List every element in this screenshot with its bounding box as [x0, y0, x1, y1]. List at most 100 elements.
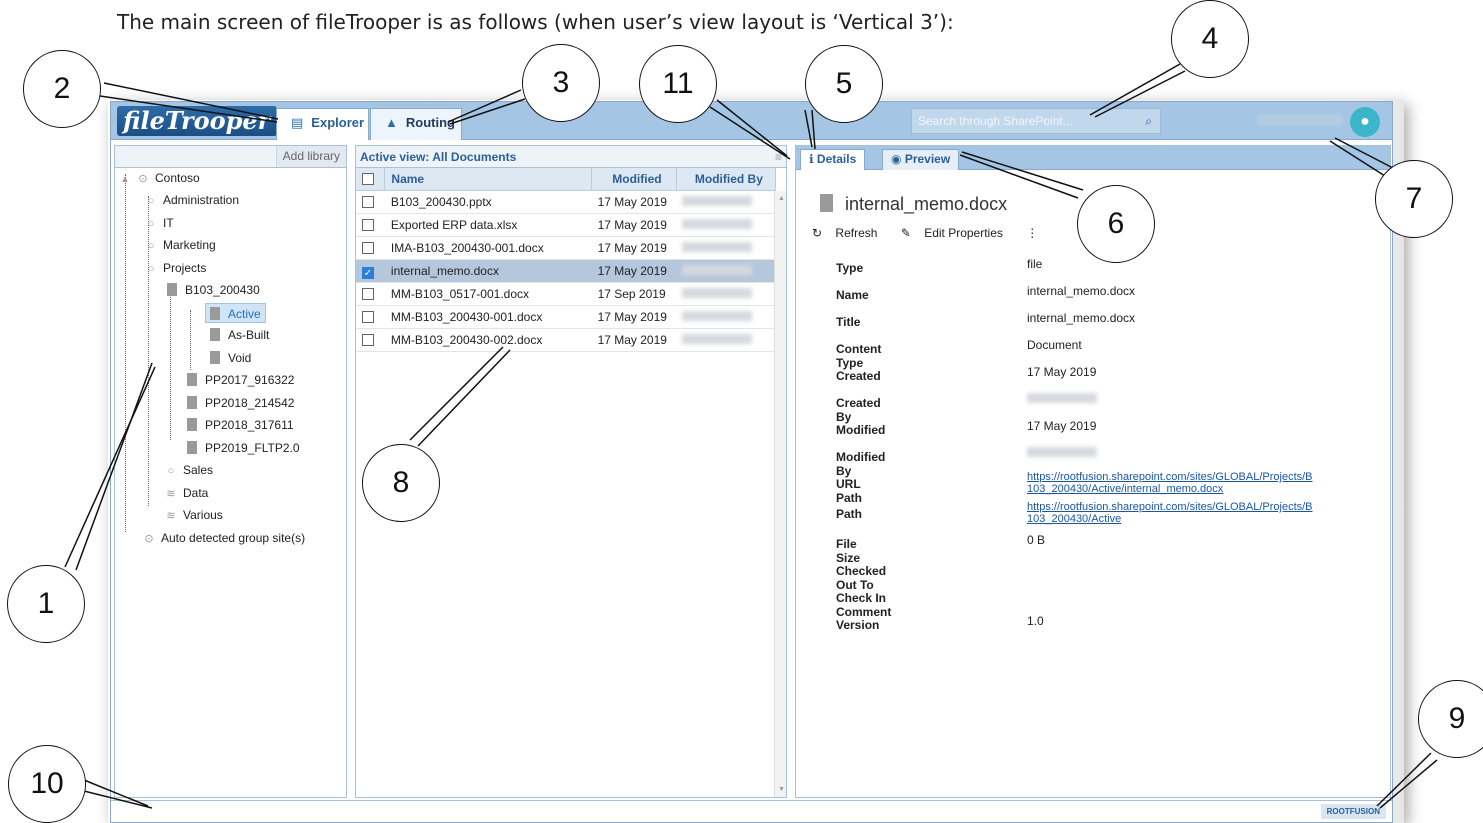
search-icon[interactable]: ⌕	[1145, 114, 1152, 129]
folder-icon	[187, 373, 197, 386]
path-link[interactable]: https://rootfusion.sharepoint.com/sites/…	[1027, 501, 1367, 513]
table-row[interactable]: MM-B103_200430-002.docx 17 May 2019	[356, 328, 776, 352]
active-view-bar: Active view: All Documents ≡	[356, 146, 786, 168]
callout-3: 3	[522, 44, 600, 122]
modified-by-value	[682, 241, 753, 252]
edit-icon: ✎	[900, 226, 911, 240]
tree-item-active[interactable]: Active	[205, 303, 266, 323]
row-checkbox[interactable]: ✓	[362, 266, 374, 279]
file-table: Name Modified Modified By B103_200430.pp…	[356, 168, 777, 352]
circle-icon: ○	[167, 465, 175, 477]
scrollbar[interactable]: ▲ ▼	[774, 191, 786, 797]
row-checkbox[interactable]	[362, 241, 374, 254]
user-name[interactable]	[1257, 114, 1342, 126]
tree-item-void[interactable]: Void	[210, 348, 251, 368]
select-all-checkbox[interactable]	[362, 172, 374, 185]
app-logo: fileTrooper	[117, 106, 277, 136]
tree-item-contoso[interactable]: ▴ ⊙ Contoso	[119, 168, 199, 188]
row-checkbox[interactable]	[362, 333, 374, 346]
brand-badge[interactable]: ROOTFUSION	[1320, 804, 1386, 819]
row-checkbox[interactable]	[362, 310, 374, 323]
tree-item-auto-detected[interactable]: ⊙ Auto detected group site(s)	[143, 528, 305, 548]
book-icon: ▤	[291, 115, 304, 130]
file-icon	[820, 194, 833, 212]
stack-icon: ≋	[166, 488, 176, 500]
url-path-link-cont[interactable]: 103_200430/Active/internal_memo.docx	[1027, 483, 1367, 495]
select-all-header[interactable]	[356, 168, 386, 191]
circle-icon: ○	[147, 218, 155, 230]
scroll-up-icon[interactable]: ▲	[778, 195, 785, 202]
active-view-label: Active view: All Documents	[360, 150, 517, 164]
tree-item-pp2017[interactable]: PP2017_916322	[187, 370, 294, 390]
modified-by-value	[1027, 447, 1097, 457]
table-row[interactable]: IMA-B103_200430-001.docx 17 May 2019	[356, 236, 776, 260]
edit-properties-button[interactable]: ✎ Edit Properties	[901, 226, 1013, 240]
refresh-button[interactable]: ↻ Refresh	[812, 226, 887, 240]
refresh-icon: ↻	[812, 226, 823, 240]
callout-9: 9	[1418, 680, 1483, 758]
tree-item-projects[interactable]: ○ Projects	[145, 258, 207, 278]
table-row[interactable]: MM-B103_200430-001.docx 17 May 2019	[356, 305, 776, 329]
tab-preview[interactable]: ◉ Preview	[882, 149, 960, 170]
table-row[interactable]: MM-B103_0517-001.docx 17 Sep 2019	[356, 282, 776, 306]
row-checkbox[interactable]	[362, 287, 374, 300]
tree-item-marketing[interactable]: ○ Marketing	[145, 235, 216, 255]
table-row[interactable]: Exported ERP data.xlsx 17 May 2019	[356, 213, 776, 237]
road-icon: ▲	[385, 115, 398, 130]
scroll-down-icon[interactable]: ▼	[778, 786, 785, 793]
status-bar: ROOTFUSION	[111, 800, 1392, 822]
callout-2: 2	[23, 50, 101, 128]
collapse-icon: ▴	[122, 173, 128, 185]
tree-item-it[interactable]: ○ IT	[145, 213, 174, 233]
details-tabs: ℹ Details ◉ Preview	[796, 146, 1390, 170]
folder-icon	[210, 307, 220, 320]
tree-item-pp2018-317611[interactable]: PP2018_317611	[187, 415, 294, 435]
callout-5: 5	[805, 45, 883, 123]
menu-icon[interactable]: ≡	[775, 146, 782, 168]
add-library-button[interactable]: Add library	[275, 146, 346, 167]
page: The main screen of fileTrooper is as fol…	[0, 0, 1483, 823]
info-icon: ℹ	[809, 152, 817, 166]
navigation-panel: Add library ▴ ⊙ Contoso ○ Administration ○ I…	[114, 145, 347, 798]
page-caption: The main screen of fileTrooper is as fol…	[117, 10, 954, 34]
circle-icon: ○	[147, 240, 155, 252]
more-options-icon[interactable]: ⋮	[1026, 226, 1038, 240]
column-header-modified[interactable]: Modified	[591, 168, 677, 191]
callout-6: 6	[1077, 185, 1155, 263]
circle-icon: ○	[147, 263, 155, 275]
column-header-modified-by[interactable]: Modified By	[676, 168, 777, 191]
user-icon: ●	[1360, 113, 1370, 130]
tree-item-as-built[interactable]: As-Built	[210, 325, 269, 345]
tree-item-administration[interactable]: ○ Administration	[145, 190, 239, 210]
tab-routing[interactable]: ▲ Routing	[370, 108, 462, 140]
search-box[interactable]: Search through SharePoint... ⌕	[911, 108, 1161, 134]
modified-by-value	[682, 310, 753, 321]
callout-1: 1	[7, 565, 85, 643]
column-header-name[interactable]: Name	[384, 168, 593, 191]
site-radio-icon: ⊙	[138, 173, 148, 185]
avatar[interactable]: ●	[1350, 107, 1380, 137]
callout-11: 11	[639, 45, 717, 123]
tree-item-pp2019[interactable]: PP2019_FLTP2.0	[187, 438, 300, 458]
tree-item-various[interactable]: ≋ Various	[165, 505, 222, 525]
tree-item-pp2018-214542[interactable]: PP2018_214542	[187, 393, 294, 413]
table-row-selected[interactable]: ✓ internal_memo.docx 17 May 2019	[356, 259, 776, 283]
circle-icon: ○	[147, 195, 155, 207]
path-link-cont[interactable]: 103_200430/Active	[1027, 513, 1367, 525]
table-row[interactable]: B103_200430.pptx 17 May 2019	[356, 190, 776, 214]
details-actions: ↻ Refresh ✎ Edit Properties ⋮	[812, 226, 1048, 240]
modified-by-value	[682, 195, 753, 206]
search-input[interactable]: Search through SharePoint...	[918, 114, 1073, 128]
tab-explorer[interactable]: ▤ Explorer	[276, 108, 369, 140]
tab-details[interactable]: ℹ Details	[800, 149, 866, 170]
url-path-link[interactable]: https://rootfusion.sharepoint.com/sites/…	[1027, 471, 1367, 483]
tree-item-data[interactable]: ≋ Data	[165, 483, 208, 503]
row-checkbox[interactable]	[362, 218, 374, 231]
callout-8: 8	[362, 444, 440, 522]
folder-icon	[187, 441, 197, 454]
tree-item-b103[interactable]: B103_200430	[167, 280, 260, 300]
folder-icon	[210, 351, 220, 364]
tree-item-sales[interactable]: ○ Sales	[165, 460, 213, 480]
row-checkbox[interactable]	[362, 195, 374, 208]
folder-icon	[210, 328, 220, 341]
